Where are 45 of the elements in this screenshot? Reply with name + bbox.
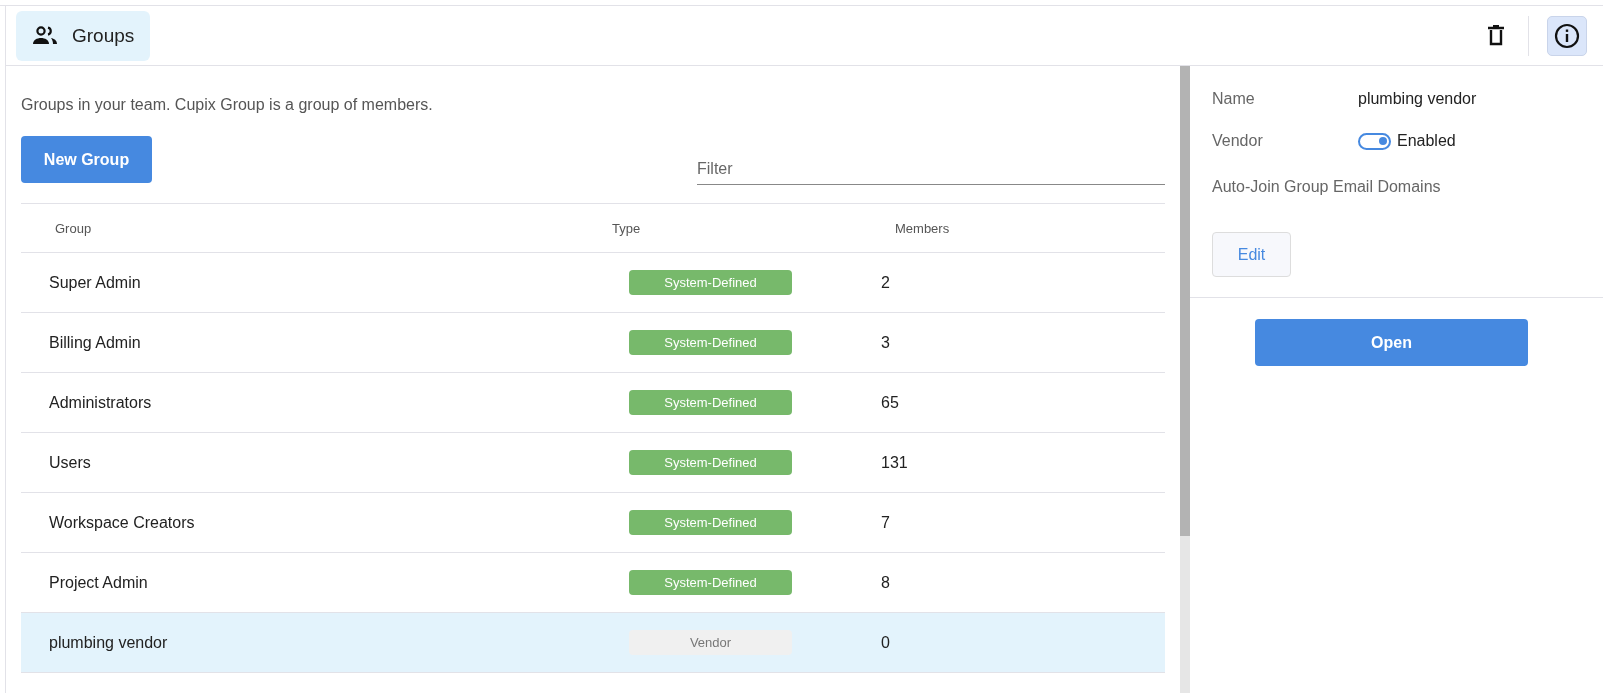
- table-cell-text: Super Admin: [48, 273, 142, 292]
- new-group-button[interactable]: New Group: [21, 136, 152, 183]
- groups-tab[interactable]: Groups: [16, 10, 151, 61]
- table-cell-text: Administrators: [48, 393, 153, 412]
- table-cell-text: 3: [880, 333, 891, 352]
- people-icon: [32, 25, 58, 46]
- table-cell-text: Billing Admin: [48, 333, 142, 352]
- table-cell-text: 0: [880, 633, 891, 652]
- description-text: Groups in your team. Cupix Group is a group of members.: [21, 96, 434, 114]
- type-tag: System-Defined: [629, 330, 792, 355]
- toggle-label: Enabled: [1397, 132, 1456, 150]
- field-label: Vendor: [1212, 132, 1264, 150]
- field-label: Auto-Join Group Email Domains: [1212, 178, 1442, 196]
- type-tag: System-Defined: [629, 570, 792, 595]
- trash-icon: [1487, 24, 1505, 47]
- info-icon: [1554, 22, 1580, 49]
- info-button[interactable]: [1547, 15, 1587, 56]
- toggle-switch[interactable]: [1358, 132, 1391, 150]
- field-value: plumbing vendor: [1358, 90, 1478, 108]
- table-row[interactable]: Users System-Defined 131: [21, 433, 1165, 493]
- scrollbar[interactable]: [1180, 66, 1190, 693]
- table-cell-text: plumbing vendor: [48, 633, 169, 652]
- open-button[interactable]: Open: [1255, 319, 1528, 366]
- type-tag: Vendor: [629, 630, 792, 655]
- table-row[interactable]: plumbing vendor Vendor 0: [21, 613, 1165, 673]
- table-cell-text: 131: [880, 453, 909, 472]
- table-cell-text: 2: [880, 273, 891, 292]
- column-header: Members: [894, 220, 951, 236]
- type-tag: System-Defined: [629, 450, 792, 475]
- column-header: Type: [611, 220, 642, 236]
- table-row[interactable]: Administrators System-Defined 65: [21, 373, 1165, 433]
- type-tag: System-Defined: [629, 390, 792, 415]
- table-cell-text: 7: [880, 513, 891, 532]
- type-tag: System-Defined: [629, 270, 792, 295]
- table-cell-text: Project Admin: [48, 573, 149, 592]
- column-header: Group: [54, 220, 93, 236]
- table-cell-text: Users: [48, 453, 92, 472]
- table-cell-text: 65: [880, 393, 900, 412]
- type-tag: System-Defined: [629, 510, 792, 535]
- field-label: Name: [1212, 90, 1256, 108]
- table-cell-text: 8: [880, 573, 891, 592]
- table-row[interactable]: Super Admin System-Defined 2: [21, 253, 1165, 313]
- table-row[interactable]: Workspace Creators System-Defined 7: [21, 493, 1165, 553]
- table-cell-text: Workspace Creators: [48, 513, 196, 532]
- table-row[interactable]: Billing Admin System-Defined 3: [21, 313, 1165, 373]
